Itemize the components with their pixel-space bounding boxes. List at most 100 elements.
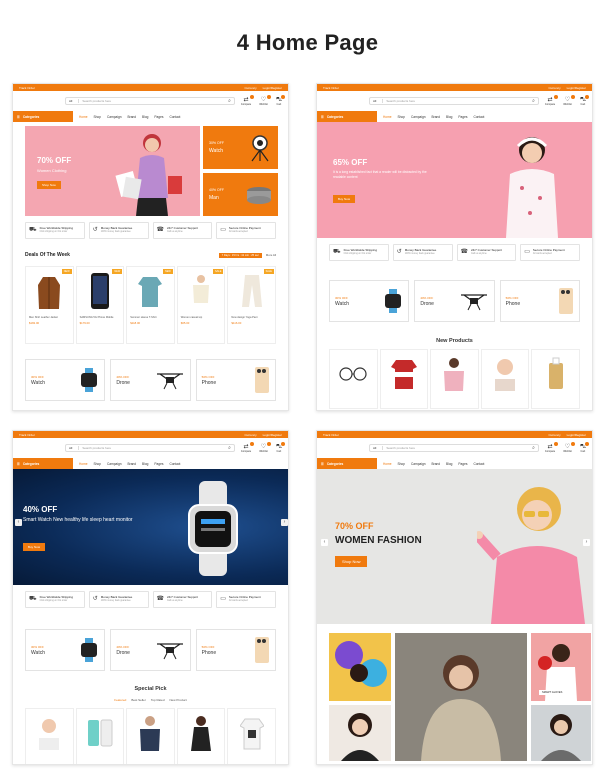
compare-button[interactable]: ⇄ Compare [545, 94, 559, 106]
nav-campaign[interactable]: Campaign [107, 462, 122, 466]
search-input[interactable]: Search products here [386, 99, 415, 103]
gallery-woman-image[interactable] [329, 705, 391, 761]
search-icon[interactable]: ⌕ [532, 98, 535, 104]
search-bar[interactable]: All Search products here ⌕ [65, 97, 235, 105]
search-input[interactable]: Search products here [82, 446, 111, 450]
slider-next-button[interactable]: › [281, 519, 288, 526]
promo-watch[interactable]: 30% OFF Watch [25, 359, 106, 401]
promo-watch[interactable]: 30% OFF Watch [329, 280, 410, 322]
product-card[interactable]: SALE New design Yoga Pant $116.00 [227, 266, 276, 344]
promo-drone[interactable]: 40% OFF Drone [110, 359, 191, 401]
nav-campaign[interactable]: Campaign [107, 115, 122, 119]
home-page-1[interactable]: Track Order Currency Login/Register All Se… [12, 83, 289, 411]
nav-contact[interactable]: Contact [169, 462, 180, 466]
search-bar[interactable]: All Search products here ⌕ [369, 444, 539, 452]
nav-pages[interactable]: Pages [154, 115, 163, 119]
nav-pages[interactable]: Pages [154, 462, 163, 466]
wishlist-button[interactable]: ♡ Wishlist [259, 94, 271, 106]
search-bar[interactable]: All Search products here ⌕ [65, 444, 235, 452]
slider-prev-button[interactable]: ‹ [15, 519, 22, 526]
cart-button[interactable]: ⛍ Cart [276, 94, 285, 106]
product-card[interactable] [430, 349, 479, 409]
nav-blog[interactable]: Blog [446, 115, 452, 119]
wishlist-button[interactable]: ♡ Wishlist [563, 94, 575, 106]
nav-shop[interactable]: Shop [398, 115, 405, 119]
promo-phone[interactable]: 50% OFF Phone [195, 629, 276, 671]
cart-button[interactable]: ⛍ Cart [580, 94, 589, 106]
nav-shop[interactable]: Shop [398, 462, 405, 466]
categories-button[interactable]: ☰ Categories [13, 111, 73, 122]
nav-campaign[interactable]: Campaign [411, 115, 426, 119]
nav-contact[interactable]: Contact [473, 462, 484, 466]
product-card[interactable]: SALE Women casual top $65.00 [176, 266, 226, 344]
logo[interactable] [19, 445, 59, 452]
product-card[interactable] [25, 708, 74, 764]
home-page-3[interactable]: Track Order Currency Login/Register All Se… [12, 430, 289, 765]
nav-home[interactable]: Home [79, 115, 88, 119]
login-link[interactable]: Login/Register [567, 433, 586, 437]
search-input[interactable]: Search products here [82, 99, 111, 103]
currency-select[interactable]: Currency [244, 86, 256, 90]
nav-shop[interactable]: Shop [94, 462, 101, 466]
logo[interactable] [19, 98, 59, 105]
nav-brand[interactable]: Brand [432, 115, 441, 119]
tab-top-rated[interactable]: Top Rated [151, 698, 165, 702]
promo-watch[interactable]: 30% OFF Watch [25, 629, 106, 671]
track-order-link[interactable]: Track Order [323, 433, 339, 437]
promo-phone[interactable]: 50% OFF Phone [499, 280, 580, 322]
currency-select[interactable]: Currency [548, 433, 560, 437]
currency-select[interactable]: Currency [244, 433, 256, 437]
track-order-link[interactable]: Track Order [19, 86, 35, 90]
login-link[interactable]: Login/Register [567, 86, 586, 90]
nav-home[interactable]: Home [383, 462, 392, 466]
slider-prev-button[interactable]: ‹ [321, 539, 328, 546]
product-card[interactable] [531, 349, 580, 409]
hero-banner[interactable]: 70% OFF Women Clothing Shop Now [25, 126, 200, 216]
categories-button[interactable]: ☰ Categories [317, 111, 377, 122]
nav-pages[interactable]: Pages [458, 115, 467, 119]
nav-campaign[interactable]: Campaign [411, 462, 426, 466]
promo-drone[interactable]: 40% OFF Drone [414, 280, 495, 322]
logo[interactable] [323, 98, 363, 105]
compare-button[interactable]: ⇄ Compare [241, 441, 255, 453]
promo-phone[interactable]: 50% OFF Phone [195, 359, 276, 401]
search-icon[interactable]: ⌕ [228, 98, 231, 104]
nav-contact[interactable]: Contact [473, 115, 484, 119]
cart-button[interactable]: ⛍ Cart [580, 441, 589, 453]
nav-blog[interactable]: Blog [446, 462, 452, 466]
hero-buy-button[interactable]: Buy Now [23, 543, 46, 551]
nav-brand[interactable]: Brand [128, 462, 137, 466]
nav-blog[interactable]: Blog [142, 462, 148, 466]
search-icon[interactable]: ⌕ [228, 445, 231, 451]
home-page-2[interactable]: Track Order Currency Login/Register All Se… [316, 83, 593, 411]
login-link[interactable]: Login/Register [263, 433, 282, 437]
promo-drone[interactable]: 40% OFF Drone [110, 629, 191, 671]
product-card[interactable] [329, 349, 378, 409]
tab-featured[interactable]: Featured [114, 698, 126, 702]
nav-home[interactable]: Home [383, 115, 392, 119]
deals-more-link[interactable]: More All [266, 253, 276, 257]
hero-shop-button[interactable]: Shop Now [335, 556, 368, 567]
search-category[interactable]: All [373, 446, 384, 450]
compare-button[interactable]: ⇄ Compare [241, 94, 255, 106]
search-input[interactable]: Search products here [386, 446, 415, 450]
login-link[interactable]: Login/Register [263, 86, 282, 90]
nav-brand[interactable]: Brand [128, 115, 137, 119]
product-card[interactable]: NEW SAMSUNG 5G Phone Mobile $179.00 [75, 266, 125, 344]
track-order-link[interactable]: Track Order [323, 86, 339, 90]
tab-best-seller[interactable]: Best Seller [131, 698, 146, 702]
nav-shop[interactable]: Shop [94, 115, 101, 119]
product-card[interactable] [480, 349, 530, 409]
product-card[interactable] [176, 708, 226, 764]
nav-pages[interactable]: Pages [458, 462, 467, 466]
search-bar[interactable]: All Search products here ⌕ [369, 97, 539, 105]
tab-new-product[interactable]: New Product [170, 698, 187, 702]
side-banner-man[interactable]: 40% OFF Man [203, 173, 278, 216]
gallery-portrait-image[interactable] [531, 705, 591, 761]
gallery-hoodie-image[interactable] [395, 633, 527, 761]
categories-button[interactable]: ☰ Categories [317, 458, 377, 469]
wishlist-button[interactable]: ♡ Wishlist [563, 441, 575, 453]
product-card[interactable] [126, 708, 175, 764]
compare-button[interactable]: ⇄ Compare [545, 441, 559, 453]
hero-banner[interactable]: ‹ › 70% OFF WOMEN FASHION Shop Now [317, 469, 592, 624]
